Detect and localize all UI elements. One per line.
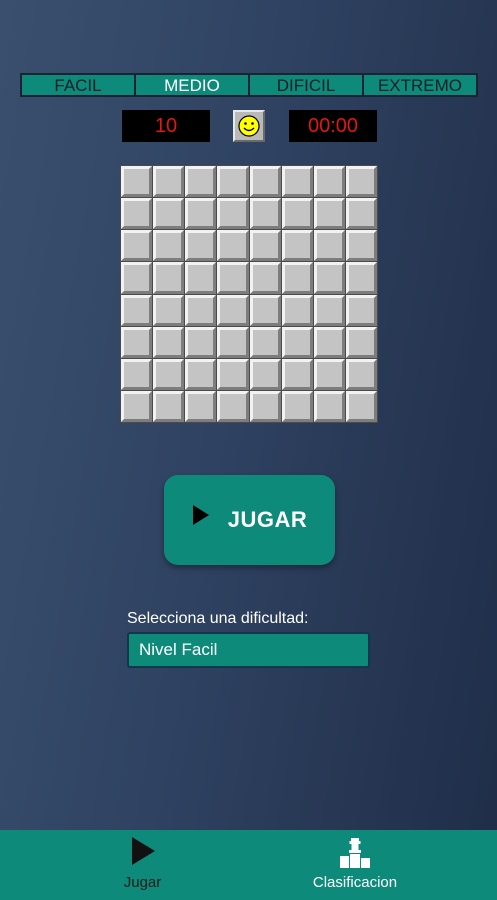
difficulty-select[interactable]: Nivel Facil [127, 632, 370, 668]
play-icon [192, 505, 209, 525]
board-cell[interactable] [313, 358, 345, 390]
board-cell[interactable] [185, 390, 217, 422]
board-cell[interactable] [345, 166, 377, 198]
smiley-face-icon [238, 115, 260, 137]
board-cell[interactable] [121, 230, 153, 262]
board-cell[interactable] [217, 358, 249, 390]
board-cell[interactable] [249, 166, 281, 198]
board-cell[interactable] [153, 166, 185, 198]
difficulty-tabs: FACIL MEDIO DIFICIL EXTREMO [20, 73, 478, 97]
board-cell[interactable] [281, 390, 313, 422]
play-icon [131, 837, 155, 865]
board-cell[interactable] [249, 294, 281, 326]
board-cell[interactable] [153, 198, 185, 230]
board-cell[interactable] [313, 198, 345, 230]
board-cell[interactable] [313, 390, 345, 422]
board-cell[interactable] [313, 230, 345, 262]
game-timer: 00:00 [289, 110, 377, 142]
board-cell[interactable] [185, 262, 217, 294]
board-cell[interactable] [217, 198, 249, 230]
difficulty-select-label: Selecciona una dificultad: [127, 610, 309, 627]
tab-dificil[interactable]: DIFICIL [250, 75, 364, 95]
tab-medio[interactable]: MEDIO [136, 75, 250, 95]
board-cell[interactable] [153, 230, 185, 262]
board-cell[interactable] [281, 326, 313, 358]
board-cell[interactable] [249, 390, 281, 422]
nav-item-clasificacion[interactable]: Clasificacion [290, 830, 420, 900]
board-cell[interactable] [121, 166, 153, 198]
board-cell[interactable] [345, 230, 377, 262]
board-cell[interactable] [121, 198, 153, 230]
board-cell[interactable] [153, 390, 185, 422]
board-cell[interactable] [185, 358, 217, 390]
play-button[interactable]: JUGAR [164, 475, 335, 565]
board-cell[interactable] [121, 358, 153, 390]
board-cell[interactable] [281, 198, 313, 230]
board-cell[interactable] [185, 166, 217, 198]
board-cell[interactable] [121, 390, 153, 422]
board-cell[interactable] [185, 294, 217, 326]
board-cell[interactable] [281, 358, 313, 390]
board-cell[interactable] [313, 326, 345, 358]
podium-chess-icon [340, 838, 370, 868]
board-cell[interactable] [217, 390, 249, 422]
minesweeper-board [120, 165, 378, 423]
nav-item-jugar[interactable]: Jugar [95, 830, 190, 900]
board-cell[interactable] [217, 326, 249, 358]
board-cell[interactable] [345, 262, 377, 294]
board-cell[interactable] [281, 294, 313, 326]
board-cell[interactable] [217, 294, 249, 326]
board-cell[interactable] [281, 262, 313, 294]
board-cell[interactable] [153, 294, 185, 326]
board-cell[interactable] [249, 230, 281, 262]
nav-item-label: Jugar [123, 874, 162, 891]
reset-face-button[interactable] [233, 110, 265, 142]
mine-counter: 10 [122, 110, 210, 142]
board-cell[interactable] [345, 326, 377, 358]
board-cell[interactable] [249, 326, 281, 358]
board-cell[interactable] [249, 198, 281, 230]
board-cell[interactable] [345, 294, 377, 326]
board-cell[interactable] [185, 198, 217, 230]
board-cell[interactable] [313, 262, 345, 294]
board-cell[interactable] [153, 358, 185, 390]
board-cell[interactable] [345, 390, 377, 422]
board-cell[interactable] [153, 326, 185, 358]
bottom-navigation: Jugar Clasificacion [0, 830, 497, 900]
board-cell[interactable] [185, 230, 217, 262]
board-cell[interactable] [313, 294, 345, 326]
play-button-label: JUGAR [227, 507, 308, 532]
board-cell[interactable] [121, 262, 153, 294]
tab-facil[interactable]: FACIL [22, 75, 136, 95]
board-cell[interactable] [121, 294, 153, 326]
board-cell[interactable] [153, 262, 185, 294]
board-cell[interactable] [345, 358, 377, 390]
board-cell[interactable] [281, 166, 313, 198]
board-cell[interactable] [281, 230, 313, 262]
board-cell[interactable] [217, 230, 249, 262]
tab-extremo[interactable]: EXTREMO [364, 75, 476, 95]
board-cell[interactable] [121, 326, 153, 358]
board-cell[interactable] [185, 326, 217, 358]
board-cell[interactable] [313, 166, 345, 198]
board-cell[interactable] [217, 262, 249, 294]
board-cell[interactable] [249, 262, 281, 294]
nav-item-label: Clasificacion [312, 874, 398, 891]
board-cell[interactable] [249, 358, 281, 390]
board-cell[interactable] [345, 198, 377, 230]
board-cell[interactable] [217, 166, 249, 198]
